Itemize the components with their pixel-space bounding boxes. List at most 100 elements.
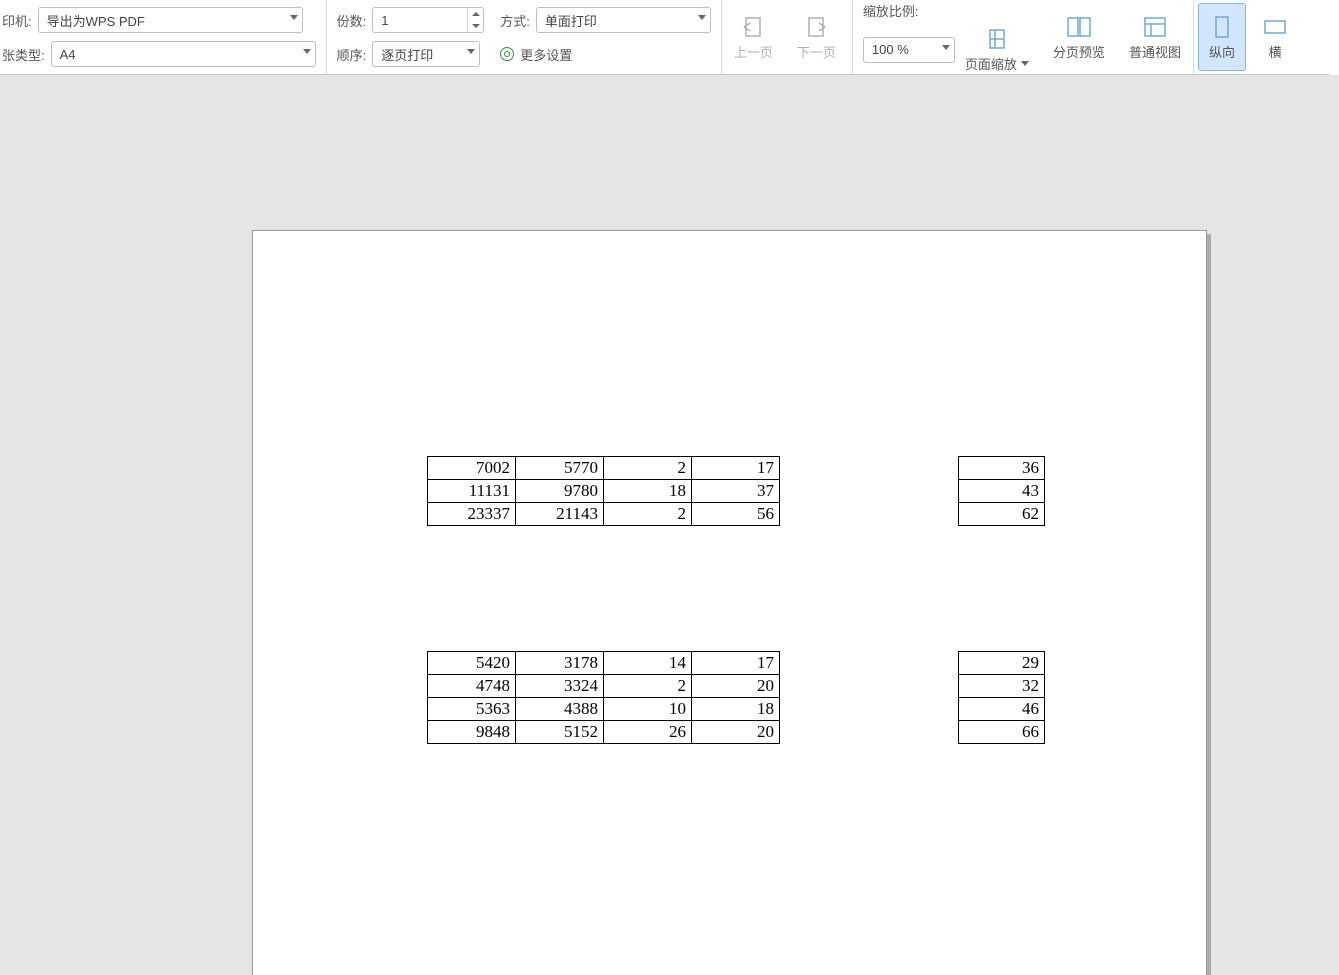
table-row: 542031781417 [428, 652, 780, 675]
chevron-down-icon [290, 15, 298, 20]
spinner-arrows [467, 8, 483, 32]
table-cell: 2 [604, 675, 692, 698]
table-cell: 37 [692, 480, 780, 503]
normal-view-label: 普通视图 [1129, 42, 1181, 61]
table-row: 66 [959, 721, 1045, 744]
table-cell: 10 [604, 698, 692, 721]
table-cell: 23337 [428, 503, 516, 526]
preview-page: 7002577021711131978018372333721143256 36… [252, 230, 1207, 975]
table-cell: 66 [959, 721, 1045, 744]
zoom-select[interactable]: 100 % [863, 37, 955, 63]
data-table-2: 5420317814174748332422053634388101898485… [427, 651, 780, 744]
order-label: 顺序: [337, 45, 367, 64]
landscape-button[interactable]: 横 [1250, 0, 1288, 74]
landscape-icon [1262, 14, 1288, 40]
page-break-preview-icon [1066, 14, 1092, 40]
copies-label: 份数: [337, 11, 367, 30]
table-row: 70025770217 [428, 457, 780, 480]
table-cell: 17 [692, 457, 780, 480]
portrait-button[interactable]: 纵向 [1198, 3, 1246, 71]
data-table-1: 7002577021711131978018372333721143256 [427, 456, 780, 526]
paper-type-label: 张类型: [2, 45, 45, 64]
printer-label: 印机: [2, 11, 32, 30]
table-cell: 5363 [428, 698, 516, 721]
table-cell: 18 [604, 480, 692, 503]
order-value: 逐页打印 [381, 45, 433, 64]
chevron-down-icon [698, 15, 706, 20]
prev-page-button[interactable]: 上一页 [722, 0, 785, 74]
table-cell: 3324 [516, 675, 604, 698]
table-cell: 2 [604, 503, 692, 526]
prev-page-icon [740, 14, 766, 40]
table-cell: 4388 [516, 698, 604, 721]
zoom-group: 缩放比例: 100 % 页面缩放 [853, 0, 1041, 74]
table-cell: 5420 [428, 652, 516, 675]
copies-spinner[interactable]: 1 [372, 7, 484, 33]
spinner-down-icon[interactable] [468, 20, 483, 32]
preview-viewport[interactable]: 7002577021711131978018372333721143256 36… [0, 75, 1339, 975]
table-row: 29 [959, 652, 1045, 675]
gear-icon [500, 47, 514, 61]
next-page-icon [803, 14, 829, 40]
page-zoom-button[interactable]: 页面缩放 [963, 26, 1031, 73]
table-cell: 11131 [428, 480, 516, 503]
spinner-up-icon[interactable] [468, 8, 483, 20]
more-settings-button[interactable]: 更多设置 [500, 45, 572, 64]
table-row: 36 [959, 457, 1045, 480]
table-row: 984851522620 [428, 721, 780, 744]
next-page-label: 下一页 [797, 42, 836, 61]
table-cell: 43 [959, 480, 1045, 503]
prev-page-label: 上一页 [734, 42, 773, 61]
table-cell: 20 [692, 675, 780, 698]
table-cell: 7002 [428, 457, 516, 480]
table-cell: 29 [959, 652, 1045, 675]
paper-type-value: A4 [60, 47, 76, 62]
copies-mode-group: 份数: 1 方式: 单面打印 顺序: 逐页打印 更多设置 [327, 0, 722, 74]
printer-select-value: 导出为WPS PDF [47, 11, 145, 30]
table-row: 32 [959, 675, 1045, 698]
printer-paper-group: 印机: 导出为WPS PDF 张类型: A4 [0, 0, 327, 74]
table-cell: 4748 [428, 675, 516, 698]
mode-select[interactable]: 单面打印 [536, 7, 711, 33]
page-break-preview-label: 分页预览 [1053, 42, 1105, 61]
table-cell: 46 [959, 698, 1045, 721]
table-cell: 14 [604, 652, 692, 675]
table-cell: 32 [959, 675, 1045, 698]
page-zoom-label: 页面缩放 [965, 54, 1029, 73]
portrait-label: 纵向 [1209, 42, 1235, 61]
normal-view-button[interactable]: 普通视图 [1117, 0, 1194, 74]
table-cell: 3178 [516, 652, 604, 675]
table-cell: 9848 [428, 721, 516, 744]
table-cell: 56 [692, 503, 780, 526]
table-cell: 2 [604, 457, 692, 480]
table-cell: 21143 [516, 503, 604, 526]
table-cell: 5152 [516, 721, 604, 744]
table-cell: 17 [692, 652, 780, 675]
page-break-preview-button[interactable]: 分页预览 [1041, 0, 1117, 74]
landscape-label: 横 [1268, 42, 1281, 61]
table-row: 47483324220 [428, 675, 780, 698]
more-settings-label: 更多设置 [520, 45, 572, 64]
table-row: 1113197801837 [428, 480, 780, 503]
chevron-down-icon [467, 49, 475, 54]
next-page-button[interactable]: 下一页 [785, 0, 853, 74]
paper-type-select[interactable]: A4 [51, 41, 316, 67]
zoom-ratio-label: 缩放比例: [863, 1, 919, 20]
data-table-2-extra: 29324666 [958, 651, 1045, 744]
table-cell: 26 [604, 721, 692, 744]
table-cell: 5770 [516, 457, 604, 480]
table-row: 62 [959, 503, 1045, 526]
portrait-icon [1209, 14, 1235, 40]
table-row: 46 [959, 698, 1045, 721]
page-zoom-icon [984, 26, 1010, 52]
print-preview-toolbar: 印机: 导出为WPS PDF 张类型: A4 份数: 1 [0, 0, 1339, 75]
printer-select[interactable]: 导出为WPS PDF [38, 7, 303, 33]
order-select[interactable]: 逐页打印 [372, 41, 480, 67]
table-cell: 9780 [516, 480, 604, 503]
mode-label: 方式: [500, 11, 530, 30]
zoom-value: 100 % [872, 42, 909, 57]
chevron-down-icon [942, 45, 950, 50]
page-zoom-text: 页面缩放 [965, 54, 1017, 73]
table-cell: 18 [692, 698, 780, 721]
table-row: 536343881018 [428, 698, 780, 721]
